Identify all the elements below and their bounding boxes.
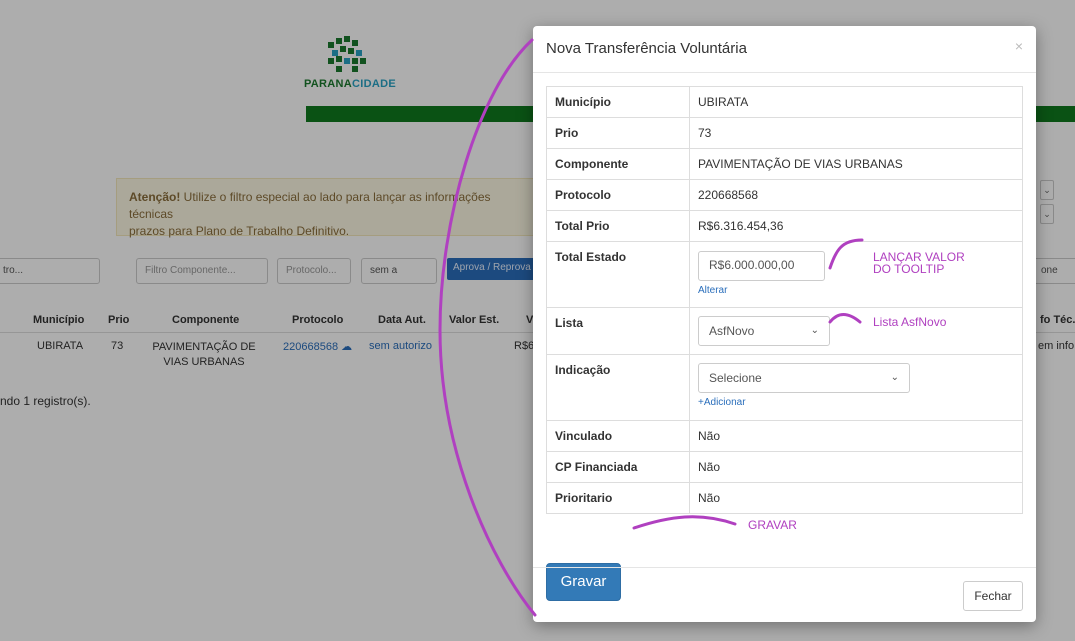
row-value: PAVIMENTAÇÃO DE VIAS URBANAS <box>689 148 1023 180</box>
modal-header: Nova Transferência Voluntária × <box>533 26 1036 73</box>
row-key: Lista <box>546 307 690 355</box>
chevron-down-icon: ⌄ <box>810 325 819 336</box>
row-key: Total Estado <box>546 241 690 308</box>
row-value: Não <box>689 451 1023 483</box>
row-key: Protocolo <box>546 179 690 211</box>
table-row: Prio 73 <box>546 117 1023 149</box>
total-estado-input[interactable]: R$6.000.000,00 <box>698 251 825 281</box>
table-row: Vinculado Não <box>546 420 1023 452</box>
table-row: Total Prio R$6.316.454,36 <box>546 210 1023 242</box>
modal-body: Município UBIRATA Prio 73 Componente PAV… <box>533 73 1036 601</box>
annotation-lancar-valor: LANÇAR VALOR DO TOOLTIP <box>873 250 965 276</box>
table-row: Protocolo 220668568 <box>546 179 1023 211</box>
lista-select[interactable]: AsfNovo ⌄ <box>698 316 830 346</box>
fechar-button[interactable]: Fechar <box>963 581 1023 611</box>
row-key: Prio <box>546 117 690 149</box>
indicacao-select[interactable]: Selecione ⌄ <box>698 363 910 393</box>
table-row: Município UBIRATA <box>546 86 1023 118</box>
row-value: UBIRATA <box>689 86 1023 118</box>
row-value: Não <box>689 482 1023 514</box>
alterar-link[interactable]: Alterar <box>698 285 1014 296</box>
row-value: Selecione ⌄ +Adicionar <box>689 354 1023 421</box>
modal-title: Nova Transferência Voluntária <box>546 40 747 57</box>
row-key: Indicação <box>546 354 690 421</box>
chevron-down-icon: ⌄ <box>890 372 899 383</box>
close-icon[interactable]: × <box>1015 38 1023 54</box>
table-row-lista: Lista AsfNovo ⌄ <box>546 307 1023 355</box>
annotation-gravar: GRAVAR <box>748 518 797 532</box>
row-key: Vinculado <box>546 420 690 452</box>
row-value: AsfNovo ⌄ <box>689 307 1023 355</box>
lista-selected-value: AsfNovo <box>709 324 755 338</box>
row-key: CP Financiada <box>546 451 690 483</box>
row-value: R$6.000.000,00 Alterar <box>689 241 1023 308</box>
table-row: Prioritario Não <box>546 482 1023 514</box>
adicionar-link[interactable]: +Adicionar <box>698 397 1014 408</box>
row-value: 73 <box>689 117 1023 149</box>
table-row: CP Financiada Não <box>546 451 1023 483</box>
info-table: Município UBIRATA Prio 73 Componente PAV… <box>546 86 1023 514</box>
row-key: Total Prio <box>546 210 690 242</box>
indicacao-selected-value: Selecione <box>709 371 762 385</box>
row-value: Não <box>689 420 1023 452</box>
row-key: Município <box>546 86 690 118</box>
annotation-lista-asfnovo: Lista AsfNovo <box>873 315 947 329</box>
modal-footer: Fechar <box>533 567 1036 622</box>
row-value: R$6.316.454,36 <box>689 210 1023 242</box>
table-row-indicacao: Indicação Selecione ⌄ +Adicionar <box>546 354 1023 421</box>
row-value: 220668568 <box>689 179 1023 211</box>
modal-nova-transferencia: Nova Transferência Voluntária × Municípi… <box>533 26 1036 622</box>
row-key: Prioritario <box>546 482 690 514</box>
table-row: Componente PAVIMENTAÇÃO DE VIAS URBANAS <box>546 148 1023 180</box>
row-key: Componente <box>546 148 690 180</box>
